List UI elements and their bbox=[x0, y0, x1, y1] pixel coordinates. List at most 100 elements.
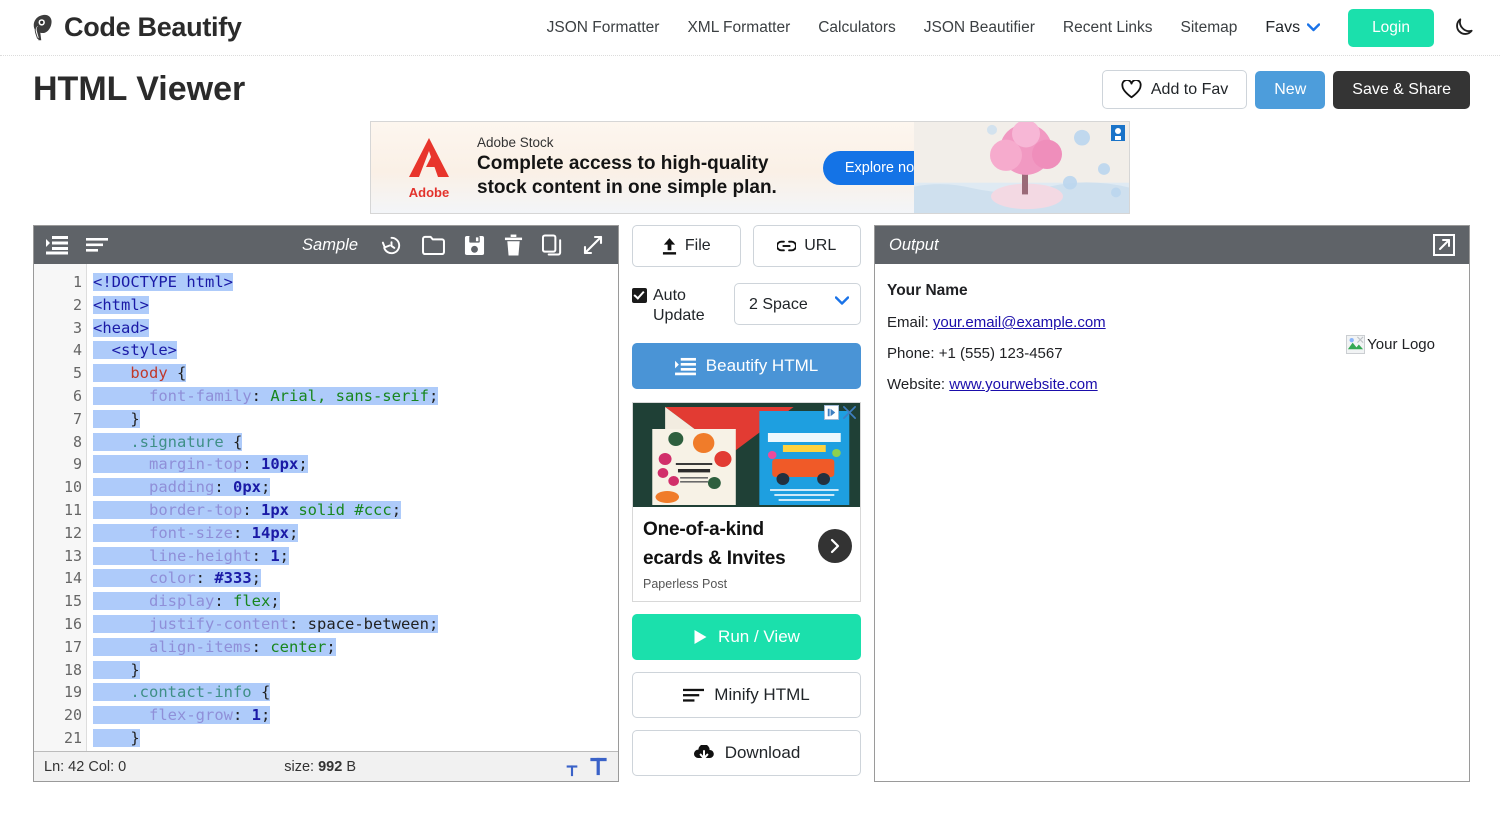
indent-select[interactable]: 2 Space3 Space4 SpaceTab bbox=[734, 283, 861, 325]
url-button[interactable]: URL bbox=[752, 225, 861, 267]
chevron-right-icon bbox=[830, 538, 840, 554]
code-line[interactable]: border-top: 1px solid #ccc; bbox=[93, 499, 618, 522]
contact-info: Your Name Email: your.email@example.com … bbox=[887, 282, 1346, 407]
phone-label: Phone: bbox=[887, 345, 935, 362]
moon-icon bbox=[1456, 17, 1473, 35]
nav-item-json-formatter[interactable]: JSON Formatter bbox=[533, 19, 674, 37]
sidebar-ad[interactable]: One-of-a-kind ecards & Invites Paperless… bbox=[632, 402, 861, 602]
code-line[interactable]: padding: 0px; bbox=[93, 476, 618, 499]
code-line[interactable]: color: #333; bbox=[93, 567, 618, 590]
sidebar-ad-next-button[interactable] bbox=[818, 529, 852, 563]
controls-column: File URL Auto Update 2 Space3 Space4 Spa… bbox=[619, 225, 874, 776]
website-label: Website: bbox=[887, 376, 946, 393]
nav-item-sitemap[interactable]: Sitemap bbox=[1167, 19, 1252, 37]
folder-open-icon[interactable] bbox=[422, 235, 445, 255]
upload-icon bbox=[662, 237, 676, 255]
top-ad-headline-line2: stock content in one simple plan. bbox=[477, 177, 777, 198]
minify-html-button[interactable]: Minify HTML bbox=[632, 672, 861, 718]
top-ad-banner[interactable]: Adobe Adobe Stock Complete access to hig… bbox=[370, 121, 1130, 214]
new-button[interactable]: New bbox=[1255, 70, 1326, 109]
nav-item-xml-formatter[interactable]: XML Formatter bbox=[673, 19, 804, 37]
page-title: HTML Viewer bbox=[33, 70, 246, 108]
code-line[interactable]: } bbox=[93, 408, 618, 431]
signature-website-line: Website: www.yourwebsite.com bbox=[887, 376, 1346, 393]
line-number: 4 bbox=[34, 339, 94, 362]
code-content[interactable]: <!DOCTYPE html> <html> <head> <style> body… bbox=[87, 264, 618, 751]
favs-label: Favs bbox=[1265, 18, 1301, 36]
code-line[interactable]: line-height: 1; bbox=[93, 545, 618, 568]
adchoices-icon[interactable] bbox=[824, 405, 839, 420]
download-button[interactable]: Download bbox=[632, 730, 861, 776]
size-label: size: bbox=[284, 758, 315, 775]
code-line[interactable]: flex-grow: 1; bbox=[93, 704, 618, 727]
code-line[interactable]: font-family: Arial, sans-serif; bbox=[93, 385, 618, 408]
code-line[interactable]: <!DOCTYPE html> bbox=[93, 271, 618, 294]
line-number: 21 bbox=[63, 728, 82, 747]
code-line[interactable]: <head> bbox=[93, 317, 618, 340]
sample-label[interactable]: Sample bbox=[302, 236, 358, 255]
code-line[interactable]: } bbox=[93, 727, 618, 750]
align-left-icon bbox=[683, 688, 705, 702]
code-line[interactable]: body { bbox=[93, 362, 618, 385]
line-number: 11 bbox=[63, 500, 82, 519]
line-number: 19 bbox=[34, 681, 94, 704]
add-to-fav-button[interactable]: Add to Fav bbox=[1101, 70, 1248, 109]
code-line[interactable]: justify-content: space-between; bbox=[93, 613, 618, 636]
email-label: Email: bbox=[887, 314, 929, 331]
code-line[interactable]: <style> bbox=[93, 339, 618, 362]
nav-item-recent-links[interactable]: Recent Links bbox=[1049, 19, 1167, 37]
code-line[interactable]: <html> bbox=[93, 294, 618, 317]
download-label: Download bbox=[724, 743, 801, 762]
website-link[interactable]: www.yourwebsite.com bbox=[949, 376, 1097, 393]
fullscreen-expand-icon[interactable] bbox=[582, 234, 604, 256]
code-line[interactable]: .signature { bbox=[93, 431, 618, 454]
format-indent-icon[interactable] bbox=[46, 235, 68, 255]
auto-update-label: Auto Update bbox=[653, 287, 705, 324]
brand[interactable]: Code Beautify bbox=[30, 12, 242, 43]
file-upload-button[interactable]: File bbox=[632, 225, 741, 267]
run-label: Run / View bbox=[718, 627, 800, 646]
code-line[interactable]: .name { bbox=[93, 750, 618, 751]
font-decrease-icon[interactable] bbox=[565, 761, 579, 777]
cloud-download-icon bbox=[693, 744, 714, 759]
copy-icon[interactable] bbox=[542, 234, 563, 256]
signature-logo: Your Logo bbox=[1346, 335, 1453, 354]
align-left-icon[interactable] bbox=[86, 237, 108, 253]
logo-alt-text: Your Logo bbox=[1367, 336, 1435, 353]
save-and-share-button[interactable]: Save & Share bbox=[1333, 70, 1470, 109]
adobe-wordmark: Adobe bbox=[408, 185, 450, 200]
line-number: 6 bbox=[72, 386, 82, 405]
code-line[interactable]: align-items: center; bbox=[93, 636, 618, 659]
top-ad-headline: Complete access to high-quality stock co… bbox=[477, 152, 777, 200]
size-value: 992 bbox=[318, 758, 343, 775]
code-line[interactable]: } bbox=[93, 659, 618, 682]
history-icon[interactable] bbox=[380, 234, 403, 257]
file-button-label: File bbox=[684, 237, 711, 254]
close-icon[interactable] bbox=[842, 405, 857, 420]
run-view-button[interactable]: Run / View bbox=[632, 614, 861, 660]
code-line[interactable]: .contact-info { bbox=[93, 681, 618, 704]
floppy-save-icon[interactable] bbox=[464, 235, 485, 256]
line-number: 17 bbox=[63, 637, 82, 656]
code-line[interactable]: font-size: 14px; bbox=[93, 522, 618, 545]
size-unit: B bbox=[346, 758, 356, 775]
code-area[interactable]: 12345678910111213141516171819202122 <!DO… bbox=[34, 264, 618, 751]
font-increase-icon[interactable] bbox=[589, 756, 608, 777]
nav-item-calculators[interactable]: Calculators bbox=[804, 19, 910, 37]
nav-item-favs[interactable]: Favs bbox=[1251, 19, 1334, 37]
adchoices-icon[interactable] bbox=[1111, 125, 1125, 141]
top-ad-kicker: Adobe Stock bbox=[477, 135, 554, 151]
code-line[interactable]: display: flex; bbox=[93, 590, 618, 613]
trash-icon[interactable] bbox=[504, 234, 523, 256]
beautify-label: Beautify HTML bbox=[705, 356, 819, 375]
chevron-down-icon bbox=[1307, 23, 1321, 32]
beautify-html-button[interactable]: Beautify HTML bbox=[632, 343, 861, 389]
top-ad-container: Adobe Adobe Stock Complete access to hig… bbox=[0, 121, 1500, 214]
dark-mode-toggle[interactable] bbox=[1450, 15, 1476, 41]
email-link[interactable]: your.email@example.com bbox=[933, 314, 1106, 331]
nav-item-json-beautifier[interactable]: JSON Beautifier bbox=[910, 19, 1049, 37]
open-in-new-icon[interactable] bbox=[1433, 234, 1455, 256]
auto-update-checkbox[interactable]: Auto Update bbox=[632, 283, 724, 326]
code-line[interactable]: margin-top: 10px; bbox=[93, 453, 618, 476]
login-button[interactable]: Login bbox=[1348, 8, 1434, 47]
